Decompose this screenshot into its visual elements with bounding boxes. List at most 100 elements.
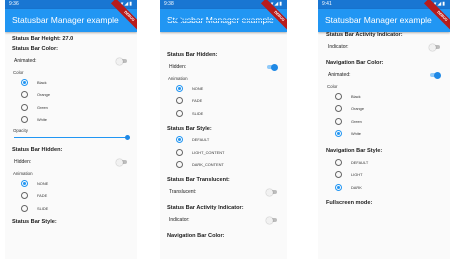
radio-button[interactable] — [335, 158, 342, 166]
color-option[interactable]: Orange — [326, 103, 443, 116]
phone-1: 9:36 ▾◢▮ Statusbar Manager example DEBUG… — [5, 0, 137, 259]
radio-button[interactable] — [335, 130, 342, 138]
radio-button[interactable] — [176, 109, 183, 117]
style-option[interactable]: DEFAULT — [167, 134, 280, 147]
status-bar-style-header: Status Bar Style: — [12, 218, 57, 225]
status-time: 9:36 — [9, 1, 19, 7]
translucent-label: Translucent: — [169, 189, 197, 195]
hidden-switch[interactable] — [267, 63, 278, 71]
animated-row[interactable]: Animated: — [326, 68, 443, 82]
color-option[interactable]: Orange — [12, 89, 130, 102]
navigation-bar-style-header: Navigation Bar Style: — [326, 148, 383, 154]
settings-list[interactable]: Status Bar Hidden: Hidden: Animation NON… — [160, 14, 287, 259]
animation-option[interactable]: NONE — [12, 177, 130, 190]
color-option[interactable]: White — [12, 114, 130, 127]
phone-3: 9:41 ▾◢▮ Statusbar Manager example DEBUG… — [318, 0, 450, 259]
radio-button[interactable] — [21, 192, 28, 200]
animated-label: Animated: — [328, 72, 351, 78]
radio-button[interactable] — [21, 116, 28, 124]
animation-sub-label: Animation — [13, 171, 33, 176]
animation-option[interactable]: NONE — [167, 82, 280, 95]
radio-button[interactable] — [176, 161, 183, 169]
indicator-switch[interactable] — [429, 43, 440, 51]
hidden-switch[interactable] — [116, 158, 127, 166]
slider-thumb[interactable] — [177, 17, 182, 23]
nav-style-option[interactable]: DEFAULT — [326, 156, 443, 169]
radio-button[interactable] — [21, 78, 28, 86]
hidden-row[interactable]: Hidden: — [167, 60, 280, 74]
activity-indicator-header: Status Bar Activity Indicator: — [167, 205, 244, 211]
settings-list[interactable]: Status Bar Activity Indicator: Indicator… — [318, 32, 450, 259]
indicator-label: Indicator: — [328, 44, 349, 50]
animation-option[interactable]: FADE — [167, 95, 280, 108]
indicator-row[interactable]: Indicator: — [326, 40, 443, 54]
color-option-label: Green — [37, 104, 48, 110]
color-option-label: White — [351, 131, 361, 137]
fullscreen-mode-header: Fullscreen mode: — [326, 199, 373, 206]
color-option[interactable]: Green — [12, 101, 130, 114]
radio-button[interactable] — [335, 171, 342, 179]
slider-track — [14, 136, 128, 138]
radio-button[interactable] — [335, 117, 342, 125]
radio-button[interactable] — [176, 97, 183, 105]
animated-switch[interactable] — [116, 57, 127, 65]
phone-1-screen: 9:36 ▾◢▮ Statusbar Manager example DEBUG… — [5, 0, 137, 259]
hidden-row[interactable]: Hidden: — [12, 155, 130, 169]
animation-option-label: SLIDE — [192, 110, 204, 116]
radio-button[interactable] — [21, 179, 28, 187]
radio-button[interactable] — [21, 91, 28, 99]
status-bar-translucent-header: Status Bar Translucent: — [167, 177, 230, 183]
animation-sub-label: Animation — [168, 76, 188, 81]
radio-button[interactable] — [176, 136, 183, 144]
animated-row[interactable]: Animated: — [12, 54, 130, 68]
style-option-label: DEFAULT — [192, 137, 210, 143]
activity-indicator-header: Status Bar Activity Indicator: — [326, 32, 403, 38]
navigation-bar-color-header: Navigation Bar Color: — [326, 60, 384, 66]
color-option[interactable]: Green — [326, 115, 443, 128]
nav-style-option[interactable]: DARK — [326, 181, 443, 194]
hidden-label: Hidden: — [169, 64, 187, 70]
settings-list[interactable]: Status Bar Height: 27.0 Status Bar Color… — [5, 32, 137, 259]
opacity-slider[interactable] — [12, 134, 130, 140]
radio-button[interactable] — [21, 204, 28, 212]
radio-button[interactable] — [21, 103, 28, 111]
slider-track — [169, 19, 278, 21]
animation-option[interactable]: SLIDE — [12, 202, 130, 215]
indicator-row[interactable]: Indicator: — [167, 213, 280, 227]
status-bar-height-label: Status Bar Height: 27.0 — [12, 36, 74, 42]
color-option-label: Black — [37, 79, 47, 85]
nav-style-option[interactable]: LIGHT — [326, 169, 443, 182]
animation-option-label: FADE — [37, 193, 48, 199]
animated-switch[interactable] — [430, 71, 441, 79]
slider-thumb[interactable] — [125, 134, 130, 140]
radio-button[interactable] — [335, 105, 342, 113]
nav-style-option-label: DARK — [351, 184, 362, 190]
opacity-label: Opacity — [13, 128, 28, 133]
nav-style-option-label: LIGHT — [351, 172, 363, 178]
status-bar-color-header: Status Bar Color: — [12, 46, 58, 52]
color-option[interactable]: Black — [326, 90, 443, 103]
color-option-label: Orange — [37, 92, 50, 98]
radio-button[interactable] — [335, 92, 342, 100]
nav-style-option-label: DEFAULT — [351, 159, 369, 165]
animation-option[interactable]: SLIDE — [167, 107, 280, 120]
status-time: 9:38 — [164, 1, 174, 7]
style-option[interactable]: DARK_CONTENT — [167, 159, 280, 172]
animation-option[interactable]: FADE — [12, 190, 130, 203]
color-option[interactable]: White — [326, 128, 443, 141]
app-title: Statusbar Manager example — [325, 15, 432, 25]
radio-button[interactable] — [335, 183, 342, 191]
radio-button[interactable] — [176, 148, 183, 156]
opacity-slider[interactable] — [167, 17, 280, 23]
phone-2-screen: 9:38 ▾◢▮ Statusbar Manager example DEBUG… — [160, 0, 287, 259]
indicator-switch[interactable] — [266, 216, 277, 224]
radio-button[interactable] — [176, 84, 183, 92]
phone-3-screen: 9:41 ▾◢▮ Statusbar Manager example DEBUG… — [318, 0, 450, 259]
status-bar-hidden-header: Status Bar Hidden: — [12, 147, 63, 153]
status-time: 9:41 — [322, 1, 332, 7]
translucent-row[interactable]: Translucent: — [167, 185, 280, 199]
color-option[interactable]: Black — [12, 76, 130, 89]
animation-option-label: SLIDE — [37, 205, 49, 211]
translucent-switch[interactable] — [266, 188, 277, 196]
style-option[interactable]: LIGHT_CONTENT — [167, 146, 280, 159]
